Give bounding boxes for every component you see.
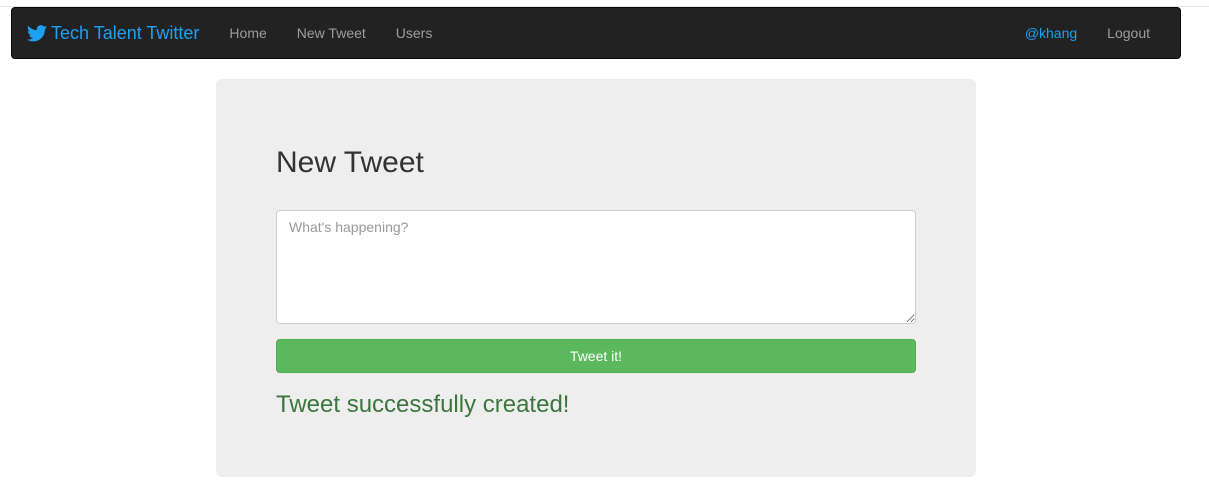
tweet-input[interactable] bbox=[276, 210, 916, 324]
new-tweet-panel: New Tweet Tweet it! Tweet successfully c… bbox=[216, 79, 976, 477]
nav-user-profile[interactable]: @khang bbox=[1010, 25, 1092, 41]
success-message: Tweet successfully created! bbox=[276, 391, 570, 418]
nav-right: @khang Logout bbox=[1010, 25, 1165, 41]
twitter-bird-icon bbox=[27, 24, 47, 41]
nav-new-tweet[interactable]: New Tweet bbox=[282, 25, 381, 41]
page-title: New Tweet bbox=[276, 146, 424, 179]
tweet-submit-button[interactable]: Tweet it! bbox=[276, 339, 916, 373]
nav-home[interactable]: Home bbox=[214, 25, 281, 41]
nav-logout[interactable]: Logout bbox=[1092, 25, 1165, 41]
nav-users[interactable]: Users bbox=[381, 25, 448, 41]
brand-name: Tech Talent Twitter bbox=[51, 22, 200, 43]
navbar: Tech Talent Twitter Home New Tweet Users… bbox=[11, 7, 1181, 59]
brand-link[interactable]: Tech Talent Twitter bbox=[27, 23, 199, 44]
nav-links: Home New Tweet Users bbox=[214, 25, 447, 41]
